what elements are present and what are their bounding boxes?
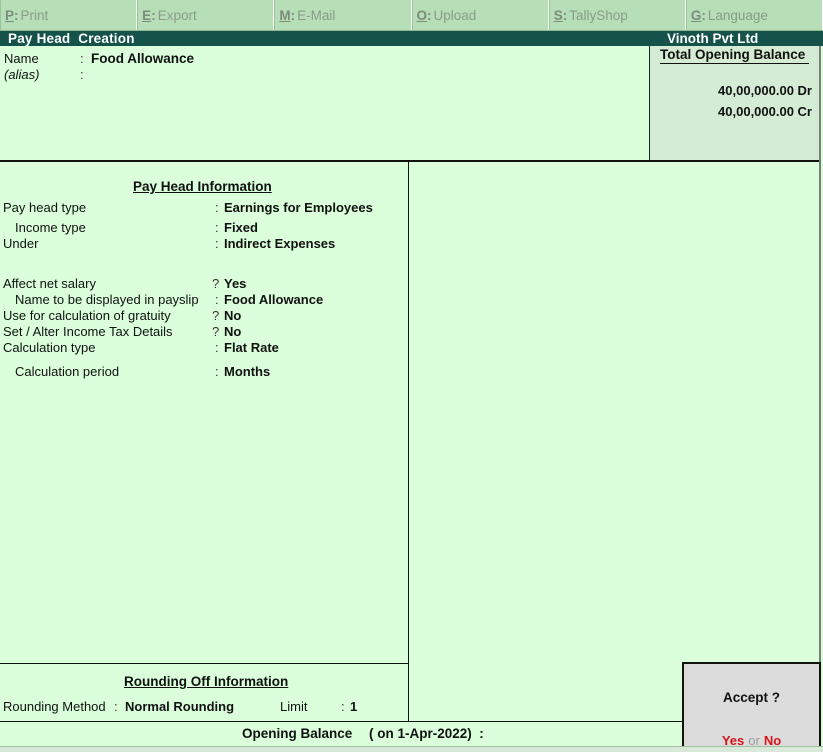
limit-field[interactable]: 1 [350,699,357,714]
column-divider [408,161,409,722]
header-divider [0,160,820,162]
tallyshop-button[interactable]: S: TallyShop [548,0,686,30]
name-field[interactable]: Food Allowance [91,51,194,66]
rounding-method-label: Rounding Method [3,699,106,714]
title-bar: Pay Head Creation Vinoth Pvt Ltd [0,31,823,46]
button-bar: P: Print E: Export M: E-Mail O: Upload S: Tal… [0,0,823,31]
under-label: Under [3,236,39,251]
total-credit: 40,00,000.00 Cr [718,104,812,119]
accept-question: Accept ? [722,690,780,705]
window-edge [819,46,821,746]
calculation-period-field[interactable]: Months [224,364,270,379]
income-type-label: Income type [15,220,86,235]
upload-button[interactable]: O: Upload [411,0,549,30]
pay-head-type-label: Pay head type [3,200,87,215]
income-type-field[interactable]: Fixed [224,220,258,235]
pay-head-type-field[interactable]: Earnings for Employees [224,200,373,215]
gratuity-field[interactable]: No [224,308,241,323]
accept-dialog: Accept ? Yes or No [682,662,821,750]
screen-title: Pay Head Creation [8,31,135,46]
alias-label: (alias) [4,67,40,82]
language-button[interactable]: G: Language [685,0,823,30]
total-debit: 40,00,000.00 Dr [718,83,812,98]
affect-net-salary-field[interactable]: Yes [224,276,246,291]
bottom-button-bar [0,746,823,752]
name-label: Name [4,51,39,66]
rounding-method-field[interactable]: Normal Rounding [125,699,234,714]
payslip-name-field[interactable]: Food Allowance [224,292,323,307]
affect-net-salary-label: Affect net salary [3,276,96,291]
opening-balance-date: ( on 1-Apr-2022) : [369,726,484,741]
limit-label: Limit [280,699,308,714]
calculation-type-label: Calculation type [3,340,96,355]
calculation-type-field[interactable]: Flat Rate [224,340,279,355]
total-opening-balance-panel: Total Opening Balance 40,00,000.00 Dr 40… [649,46,820,161]
export-button[interactable]: E: Export [137,0,275,30]
print-button[interactable]: P: Print [0,0,138,30]
pay-head-info-title: Pay Head Information [133,179,272,194]
rounding-info-title: Rounding Off Information [124,674,289,689]
calculation-period-label: Calculation period [15,364,120,379]
under-field[interactable]: Indirect Expenses [224,236,335,251]
gratuity-label: Use for calculation of gratuity [3,308,171,323]
name-section: Name : Food Allowance (alias) : [0,46,650,161]
income-tax-details-label: Set / Alter Income Tax Details [3,324,173,339]
rounding-divider [0,663,409,664]
opening-balance-label: Opening Balance [242,726,353,741]
income-tax-details-field[interactable]: No [224,324,241,339]
opening-balance-divider [0,721,683,722]
company-name: Vinoth Pvt Ltd [667,31,759,46]
total-opening-balance-title: Total Opening Balance [660,47,810,64]
payslip-name-label: Name to be displayed in payslip [15,292,199,307]
alias-field[interactable] [91,67,291,82]
email-button[interactable]: M: E-Mail [274,0,412,30]
